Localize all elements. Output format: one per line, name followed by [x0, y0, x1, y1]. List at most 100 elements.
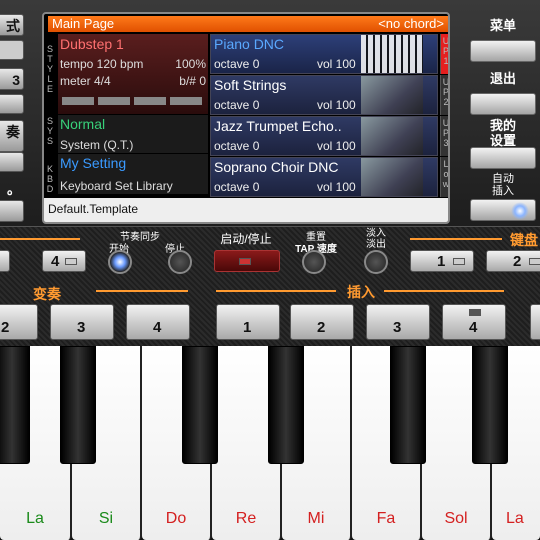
sys-side-label: SYS — [46, 116, 53, 146]
voice-low[interactable]: Soprano Choir DNC octave 0 vol 100 — [210, 157, 438, 197]
page-title: Main Page — [52, 16, 115, 31]
black-key[interactable] — [390, 346, 426, 464]
fade-label: 淡入 淡出 — [366, 228, 386, 250]
voice-octave: octave 0 — [214, 57, 260, 71]
sys-label: System (Q.T.) — [60, 138, 134, 152]
black-key[interactable] — [472, 346, 508, 464]
insert-label: 插入 — [347, 284, 375, 300]
screen-header: Main Page <no chord> — [48, 16, 448, 32]
voice-volume: vol 100 — [317, 57, 356, 71]
kbd-setting: My Setting — [60, 155, 127, 171]
variation-indicator — [62, 97, 202, 105]
menu-label: 菜单 — [489, 18, 516, 33]
variation-label: 变奏 — [33, 286, 61, 302]
led — [469, 309, 481, 316]
left-partial-button[interactable] — [0, 250, 10, 272]
exit-button[interactable] — [470, 93, 536, 115]
keyboard-label: 键盘 — [510, 232, 538, 248]
left-button-2[interactable]: 3 — [0, 68, 24, 90]
auto-insert-light — [511, 202, 529, 220]
meter: meter 4/4 — [60, 74, 111, 88]
insert-button-2[interactable]: 2 — [290, 304, 354, 340]
kbd-panel[interactable]: My Setting Keyboard Set Library — [58, 154, 208, 194]
divider-line — [0, 238, 80, 240]
style-panel[interactable]: Dubstep 1 tempo 120 bpm 100% meter 4/4 b… — [58, 34, 208, 114]
up3-label: UP3 — [442, 118, 450, 148]
low-label: Low — [442, 159, 450, 189]
note-label: La — [506, 510, 524, 527]
voice-up3[interactable]: Jazz Trumpet Echo.. octave 0 vol 100 — [210, 116, 438, 156]
voice-volume: vol 100 — [317, 98, 356, 112]
strings-image — [361, 76, 423, 114]
note-label: Sol — [444, 510, 468, 527]
divider-line — [410, 238, 502, 240]
note-label: Fa — [376, 510, 396, 527]
note-label: Do — [165, 510, 187, 527]
reset-tap-button[interactable] — [302, 250, 326, 274]
left-button-1[interactable]: 式 — [0, 14, 24, 36]
voice-name: Jazz Trumpet Echo.. — [214, 118, 342, 134]
choir-image — [361, 158, 423, 196]
left-button-4[interactable] — [0, 200, 24, 222]
led — [239, 258, 251, 265]
voice-octave: octave 0 — [214, 139, 260, 153]
left-label-4: 。 — [7, 181, 21, 197]
variation-button-3[interactable]: 3 — [50, 304, 114, 340]
voice-name: Piano DNC — [214, 36, 285, 52]
left-button-3b[interactable] — [0, 152, 24, 172]
auto-insert-label: 自动 插入 — [492, 173, 514, 197]
keyboard-button-2[interactable]: 2 — [486, 250, 540, 272]
divider-line — [96, 290, 188, 292]
left-button-1b[interactable] — [0, 40, 24, 60]
divider-line — [384, 290, 504, 292]
black-key[interactable] — [0, 346, 30, 464]
voice-up2[interactable]: Soft Strings octave 0 vol 100 — [210, 75, 438, 115]
black-key[interactable] — [182, 346, 218, 464]
led — [65, 258, 77, 265]
auto-insert-button[interactable] — [470, 199, 536, 221]
note-label: Si — [98, 510, 114, 527]
start-stop-button[interactable] — [214, 250, 280, 272]
my-settings-label: 我的 设置 — [489, 118, 516, 148]
sync-start-button[interactable] — [108, 250, 132, 274]
voice-up1[interactable]: Piano DNC octave 0 vol 100 — [210, 34, 438, 74]
insert-button-4[interactable]: 4 — [442, 304, 506, 340]
exit-label: 退出 — [489, 71, 516, 86]
kbd-label: Keyboard Set Library — [60, 179, 173, 193]
divider-line — [216, 290, 336, 292]
up1-label: UP1 — [442, 36, 450, 66]
menu-button[interactable] — [470, 40, 536, 62]
voice-name: Soft Strings — [214, 77, 287, 93]
style-button-4[interactable]: 4 — [42, 250, 86, 272]
black-key[interactable] — [268, 346, 304, 464]
sys-panel[interactable]: Normal System (Q.T.) — [58, 115, 208, 153]
lcd-screen: Main Page <no chord> STYLE SYS KBD Dubst… — [42, 12, 450, 224]
led — [453, 258, 465, 265]
insert-button-1[interactable]: 1 — [216, 304, 280, 340]
fade-button[interactable] — [364, 250, 388, 274]
keyboard-button-1[interactable]: 1 — [410, 250, 474, 272]
variation-button-2[interactable]: 2 — [0, 304, 38, 340]
template-bar[interactable]: Default.Template — [44, 198, 448, 222]
sys-mode: Normal — [60, 116, 106, 132]
insert-button-3[interactable]: 3 — [366, 304, 430, 340]
left-button-3[interactable]: 奏 — [0, 120, 24, 152]
piano-image — [361, 35, 423, 73]
voice-volume: vol 100 — [317, 139, 356, 153]
start-stop-label: 启动/停止 — [220, 232, 272, 246]
tempo-percent: 100% — [175, 57, 206, 71]
note-label: Re — [235, 510, 257, 527]
left-button-2b[interactable] — [0, 94, 24, 114]
key-transpose: b/# 0 — [179, 74, 206, 88]
piano-keyboard: La Si Do Re Mi Fa Sol La — [0, 346, 540, 540]
right-partial-button[interactable] — [530, 304, 540, 340]
led — [529, 258, 540, 265]
sync-stop-button[interactable] — [168, 250, 192, 274]
voice-volume: vol 100 — [317, 180, 356, 194]
my-settings-button[interactable] — [470, 147, 536, 169]
black-key[interactable] — [60, 346, 96, 464]
kbd-side-label: KBD — [46, 164, 54, 194]
tempo: tempo 120 bpm — [60, 57, 144, 71]
variation-button-4[interactable]: 4 — [126, 304, 190, 340]
voice-octave: octave 0 — [214, 180, 260, 194]
